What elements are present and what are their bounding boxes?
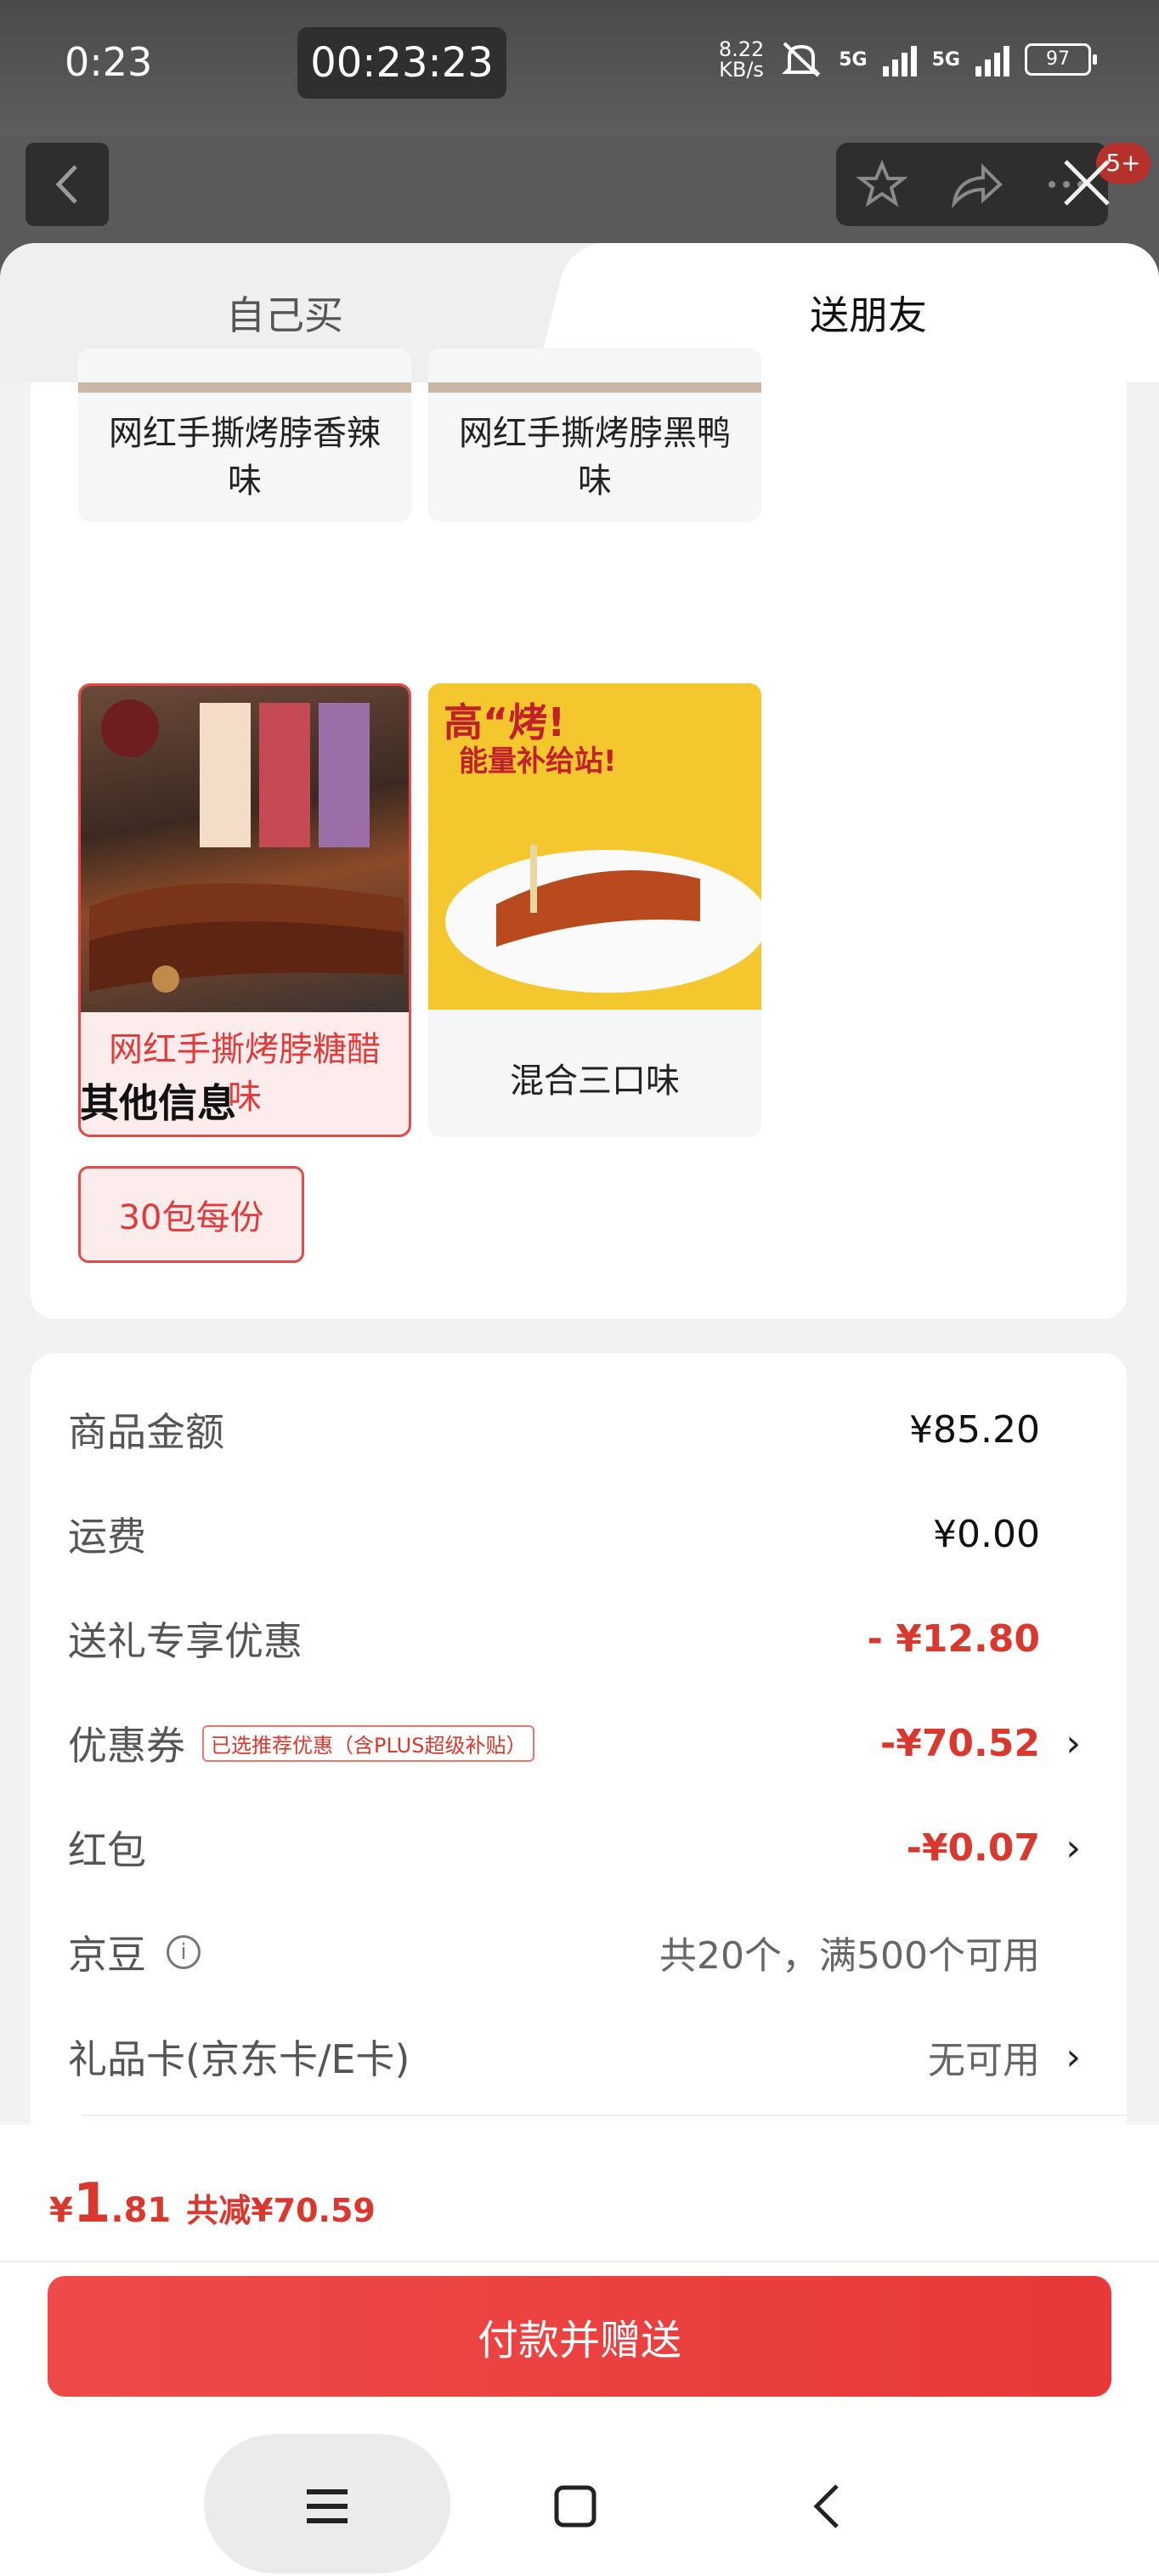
chevron-right-icon: › xyxy=(1066,1721,1081,1765)
share-icon[interactable] xyxy=(949,161,1004,208)
promo-subline: 能量补给站! xyxy=(459,744,617,778)
giftcard-label: 礼品卡(京东卡/E卡) xyxy=(68,2036,410,2082)
giftcard-row[interactable]: 礼品卡(京东卡/E卡) 无可用 › xyxy=(68,2023,1122,2091)
coupon-value: -¥70.52 xyxy=(879,1721,1040,1765)
battery-icon: 97 xyxy=(1025,43,1097,76)
net-speed-value: 8.22 xyxy=(718,37,765,61)
jingdou-label: 京豆 xyxy=(68,1932,146,1978)
other-info-title: 其他信息 xyxy=(80,1080,236,1126)
signal-1-icon xyxy=(882,42,917,76)
variant-option[interactable]: 网红手撕烤脖黑鸭味 xyxy=(428,348,761,522)
variant-image-edge xyxy=(78,382,411,393)
bottom-bar: ¥ 1 .81 共减¥70.59 付款并赠送 xyxy=(0,2125,1159,2576)
signal-2-icon xyxy=(975,42,1009,76)
square-home-icon xyxy=(554,2485,596,2528)
status-icons: 8.22 KB/s 5G 5G 97 xyxy=(719,39,1097,80)
screen-record-timer[interactable]: 00:23:23 xyxy=(297,27,506,99)
total-price: ¥ 1 .81 共减¥70.59 xyxy=(49,2172,376,2235)
product-photo xyxy=(89,699,404,993)
price-summary-card: 商品金额 ¥85.20 运费 ¥0.00 送礼专享优惠 - ¥12.80 优惠券… xyxy=(31,1353,1127,2203)
tab-send-friend-label: 送朋友 xyxy=(810,292,927,338)
product-image-mixed: 高“烤! 能量补给站! xyxy=(428,683,761,1010)
net-speed-unit: KB/s xyxy=(719,58,764,82)
chevron-left-icon xyxy=(55,165,77,204)
coupon-recommend-tag: 已选推荐优惠（含PLUS超级补贴） xyxy=(202,1724,535,1762)
coupon-row[interactable]: 优惠券 已选推荐优惠（含PLUS超级补贴） -¥70.52 › xyxy=(68,1709,1122,1777)
shipping-label: 运费 xyxy=(68,1514,146,1560)
bottom-divider xyxy=(0,2261,1159,2262)
price-decimal: .81 xyxy=(110,2191,172,2230)
jingdou-row: 京豆 i 共20个，满500个可用 xyxy=(68,1918,1122,1986)
goods-amount-label: 商品金额 xyxy=(68,1409,224,1455)
menu-button[interactable] xyxy=(289,2468,365,2545)
signal-1-label: 5G xyxy=(839,48,868,71)
total-reduce: 共减¥70.59 xyxy=(186,2192,376,2229)
nav-back-button[interactable] xyxy=(789,2468,865,2545)
goods-amount-row: 商品金额 ¥85.20 xyxy=(68,1396,1122,1464)
variant-option[interactable]: 高“烤! 能量补给站! 混合三口味 xyxy=(428,683,761,1137)
mute-bell-icon xyxy=(782,42,822,77)
net-speed: 8.22 KB/s xyxy=(719,39,764,80)
redpacket-label: 红包 xyxy=(68,1827,146,1873)
giftcard-value: 无可用 xyxy=(928,2039,1040,2082)
variant-label: 混合三口味 xyxy=(510,1062,680,1101)
chevron-right-icon: › xyxy=(1066,1826,1081,1870)
signal-2-label: 5G xyxy=(931,48,960,71)
close-icon[interactable] xyxy=(1057,153,1117,212)
star-icon[interactable] xyxy=(857,159,908,210)
jingdou-value: 共20个，满500个可用 xyxy=(659,1934,1040,1978)
shipping-value: ¥0.00 xyxy=(933,1512,1040,1556)
row-divider xyxy=(82,2115,1127,2116)
system-nav-bar xyxy=(0,2422,1159,2576)
variant-label: 网红手撕烤脖香辣味 xyxy=(109,414,381,501)
shipping-row: 运费 ¥0.00 xyxy=(68,1500,1122,1568)
variant-label: 网红手撕烤脖黑鸭味 xyxy=(459,414,731,501)
variant-image-edge xyxy=(428,382,761,393)
redpacket-value: -¥0.07 xyxy=(906,1826,1040,1870)
chevron-left-icon xyxy=(813,2484,839,2528)
back-button[interactable] xyxy=(25,143,109,226)
price-integer: 1 xyxy=(72,2172,111,2235)
pay-and-gift-button[interactable]: 付款并赠送 xyxy=(48,2276,1111,2397)
variant-option[interactable]: 网红手撕烤脖香辣味 xyxy=(78,348,411,522)
currency-symbol: ¥ xyxy=(49,2191,73,2230)
variant-option-selected[interactable]: 网红手撕烤脖糖醋味 xyxy=(78,683,411,1137)
home-button[interactable] xyxy=(537,2468,613,2545)
package-option-selected[interactable]: 30包每份 xyxy=(78,1166,304,1263)
gift-discount-row: 送礼专享优惠 - ¥12.80 xyxy=(68,1605,1122,1673)
menu-icon xyxy=(307,2489,348,2523)
status-time: 0:23 xyxy=(65,39,153,85)
chevron-right-icon: › xyxy=(1066,2035,1081,2079)
goods-amount-value: ¥85.20 xyxy=(909,1407,1040,1452)
gift-discount-label: 送礼专享优惠 xyxy=(68,1618,302,1664)
coupon-label: 优惠券 xyxy=(68,1723,185,1769)
redpacket-row[interactable]: 红包 -¥0.07 › xyxy=(68,1814,1122,1882)
status-bar: 0:23 00:23:23 8.22 KB/s 5G 5G 97 xyxy=(0,0,1159,136)
gift-discount-value: - ¥12.80 xyxy=(867,1616,1040,1661)
product-image-sweet-sour xyxy=(81,686,409,1012)
info-icon[interactable]: i xyxy=(167,1935,201,1969)
